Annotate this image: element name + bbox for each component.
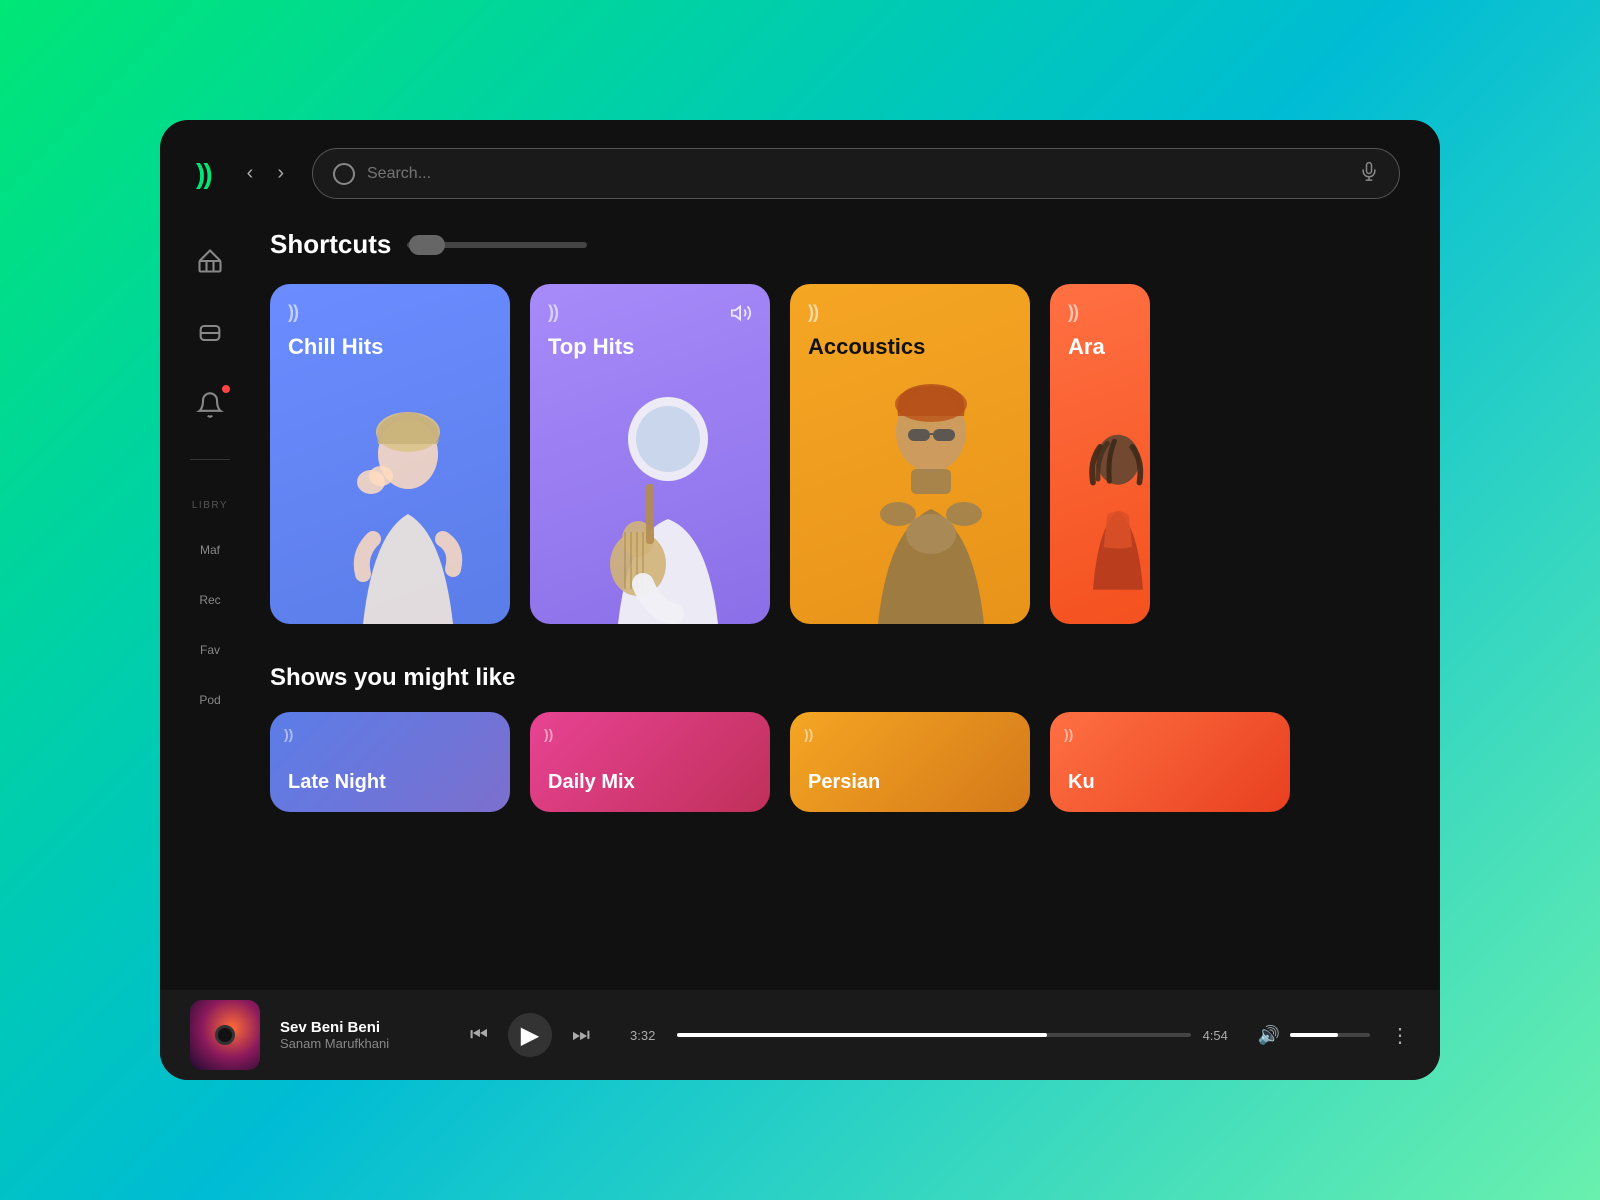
next-button[interactable]: ⏭	[572, 1024, 590, 1047]
show-daily-title: Daily Mix	[548, 771, 635, 794]
current-time: 3:32	[630, 1028, 665, 1043]
mic-icon[interactable]	[1359, 161, 1379, 186]
player-album-art	[190, 1000, 260, 1070]
sidebar: LIBRY Maf Rec Fav Pod	[160, 219, 260, 1080]
search-icon	[333, 163, 355, 185]
progress-section: 3:32 4:54	[630, 1028, 1238, 1043]
sidebar-icon-layers[interactable]	[188, 311, 232, 355]
page-content: Shortcuts )) Chill Hits	[260, 219, 1440, 1080]
sidebar-item-rec[interactable]: Rec	[195, 589, 224, 611]
prev-button[interactable]: ⏮	[470, 1024, 488, 1047]
player-controls: ⏮ ▶ ⏭	[470, 1013, 590, 1057]
acoustics-artist-figure	[808, 374, 1030, 624]
show-persian-title: Persian	[808, 771, 880, 794]
card-arabic-title: Ara	[1068, 334, 1105, 360]
progress-fill	[677, 1033, 1047, 1037]
app-window: )) ‹ ›	[160, 120, 1440, 1080]
card-chill-logo: ))	[288, 302, 298, 323]
shortcuts-cards-row: )) Chill Hits	[270, 284, 1400, 624]
sidebar-item-maf[interactable]: Maf	[196, 539, 224, 561]
card-top-title: Top Hits	[548, 334, 634, 360]
show-daily-logo: ))	[544, 726, 553, 742]
card-top-hits[interactable]: )) Top Hits	[530, 284, 770, 624]
sidebar-icon-home[interactable]	[188, 239, 232, 283]
show-k-title: Ku	[1068, 771, 1095, 794]
play-button[interactable]: ▶	[508, 1013, 552, 1057]
volume-bar[interactable]	[1290, 1033, 1370, 1037]
chill-artist-figure	[288, 394, 510, 624]
card-chill-title: Chill Hits	[288, 334, 383, 360]
show-card-late-night[interactable]: )) Late Night	[270, 712, 510, 812]
card-chill-hits[interactable]: )) Chill Hits	[270, 284, 510, 624]
show-card-k[interactable]: )) Ku	[1050, 712, 1290, 812]
library-section-label: LIBRY	[192, 500, 228, 511]
vinyl-center	[215, 1025, 235, 1045]
shows-title: Shows you might like	[270, 664, 1400, 692]
show-late-title: Late Night	[288, 771, 386, 794]
app-logo: ))	[196, 158, 211, 190]
sidebar-divider	[190, 459, 230, 460]
player-song-title: Sev Beni Beni	[280, 1019, 430, 1036]
player-artist: Sanam Marufkhani	[280, 1036, 430, 1051]
volume-section: 🔊	[1258, 1025, 1370, 1046]
arabic-artist-figure	[1068, 384, 1150, 624]
shows-cards-row: )) Late Night )) Daily Mix )) Persian ))…	[270, 712, 1400, 812]
header: )) ‹ ›	[160, 120, 1440, 219]
show-persian-logo: ))	[804, 726, 813, 742]
nav-arrows: ‹ ›	[239, 158, 292, 189]
shows-section: Shows you might like )) Late Night )) Da…	[270, 664, 1400, 812]
card-acoustics-logo: ))	[808, 302, 818, 323]
sidebar-icon-notifications[interactable]	[188, 383, 232, 427]
show-card-persian[interactable]: )) Persian	[790, 712, 1030, 812]
total-time: 4:54	[1203, 1028, 1238, 1043]
volume-fill	[1290, 1033, 1338, 1037]
card-acoustics[interactable]: )) Accoustics	[790, 284, 1030, 624]
card-top-logo: ))	[548, 302, 558, 323]
card-arabic-logo: ))	[1068, 302, 1078, 323]
shortcuts-header: Shortcuts	[270, 229, 1400, 260]
player-info: Sev Beni Beni Sanam Marufkhani	[280, 1019, 430, 1051]
sidebar-item-pod[interactable]: Pod	[195, 689, 224, 711]
card-acoustics-title: Accoustics	[808, 334, 925, 360]
show-card-daily-mix[interactable]: )) Daily Mix	[530, 712, 770, 812]
back-button[interactable]: ‹	[239, 158, 262, 189]
notification-dot	[222, 385, 230, 393]
show-k-logo: ))	[1064, 726, 1073, 742]
sidebar-item-fav[interactable]: Fav	[196, 639, 224, 661]
progress-bar[interactable]	[677, 1033, 1191, 1037]
main-content: LIBRY Maf Rec Fav Pod Shortcuts )) Chill…	[160, 219, 1440, 1080]
volume-icon: 🔊	[1258, 1025, 1280, 1046]
shortcuts-slider[interactable]	[407, 242, 587, 248]
top-artist-figure	[548, 384, 770, 624]
shortcuts-title: Shortcuts	[270, 229, 391, 260]
search-input[interactable]	[367, 165, 1347, 183]
slider-thumb	[409, 235, 445, 255]
card-top-volume	[730, 302, 752, 329]
card-arabic[interactable]: )) Ara	[1050, 284, 1150, 624]
player-bar: Sev Beni Beni Sanam Marufkhani ⏮ ▶ ⏭ 3:3…	[160, 990, 1440, 1080]
forward-button[interactable]: ›	[269, 158, 292, 189]
search-bar	[312, 148, 1400, 199]
show-late-logo: ))	[284, 726, 293, 742]
more-options-button[interactable]: ⋮	[1390, 1023, 1410, 1048]
